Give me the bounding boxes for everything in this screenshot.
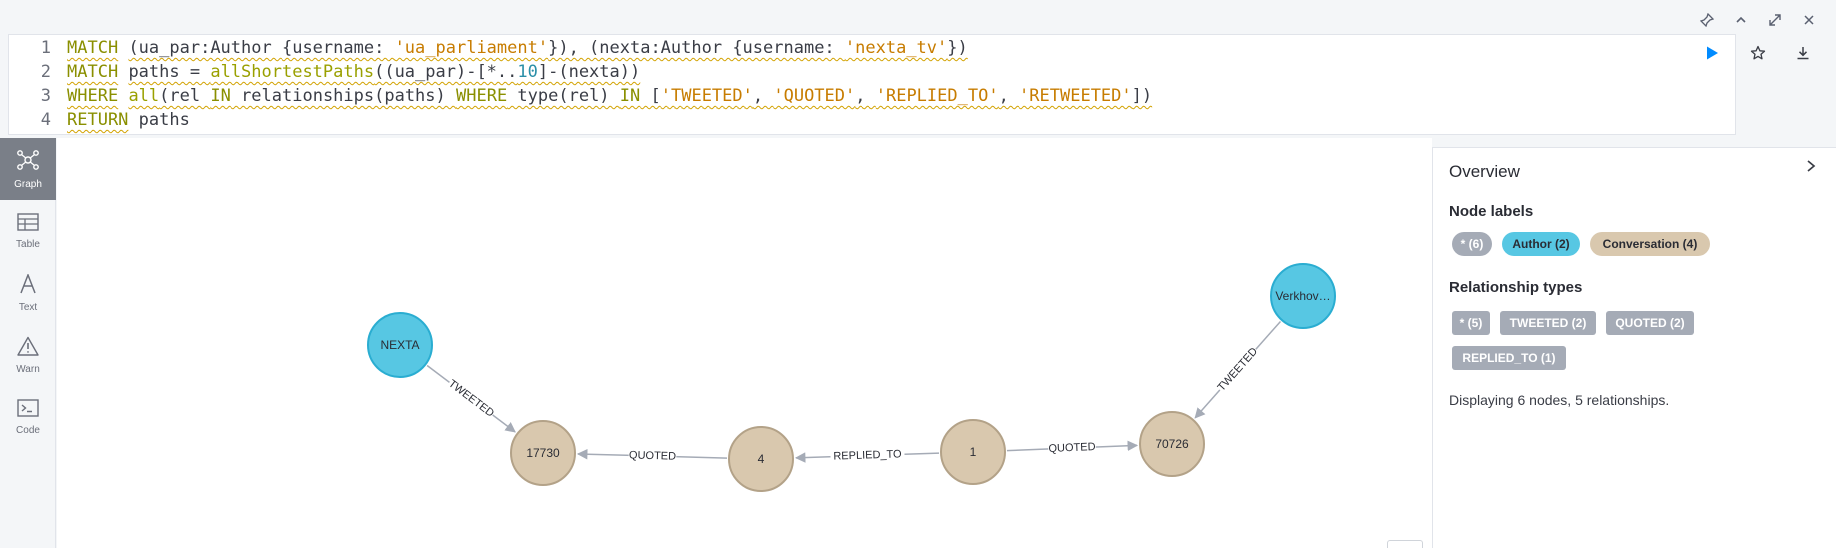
- pin-icon[interactable]: [1696, 9, 1718, 31]
- tab-table[interactable]: Table: [0, 200, 56, 262]
- tab-label: Text: [18, 301, 38, 313]
- download-button[interactable]: [1790, 42, 1816, 68]
- node-caption: 1: [970, 445, 977, 459]
- node-caption: Verkhov…: [1275, 289, 1330, 303]
- line-number: 2: [40, 62, 51, 82]
- code-text: MATCH (ua_par:Author {username: 'ua_parl…: [67, 38, 968, 58]
- play-icon: [1704, 45, 1720, 66]
- relationship-label-group[interactable]: QUOTED: [1047, 439, 1097, 457]
- overview-panel: Overview Node labels * (6) Author (2) Co…: [1432, 147, 1836, 548]
- relationship-label: QUOTED: [1048, 441, 1096, 455]
- tab-label: Table: [16, 238, 40, 250]
- author-node[interactable]: Verkhov…: [1270, 263, 1336, 329]
- relationship-label: TWEETED: [1216, 345, 1261, 393]
- conversation-node[interactable]: 1: [940, 419, 1006, 485]
- line-number: 1: [40, 38, 51, 58]
- tab-label: Code: [16, 424, 40, 436]
- relationship-label: TWEETED: [446, 378, 496, 420]
- rel-type-chip-replied-to[interactable]: REPLIED_TO (1): [1452, 346, 1566, 370]
- node-caption: 70726: [1155, 437, 1189, 451]
- node-caption: NEXTA: [380, 338, 419, 352]
- conversation-node[interactable]: 70726: [1139, 411, 1205, 477]
- code-line: 3 WHERE all(rel IN relationships(paths) …: [9, 84, 1152, 108]
- expand-icon[interactable]: [1764, 9, 1786, 31]
- graph-icon: [16, 149, 40, 176]
- close-icon[interactable]: [1798, 9, 1820, 31]
- code-line: 1 MATCH (ua_par:Author {username: 'ua_pa…: [9, 36, 968, 60]
- conversation-node[interactable]: 17730: [510, 420, 576, 486]
- tab-label: Graph: [14, 178, 42, 190]
- result-view-sidebar: Graph Table Text Warn Code: [0, 138, 56, 548]
- panel-title: Overview: [1449, 162, 1520, 181]
- table-icon: [17, 212, 39, 236]
- relationship-label-group[interactable]: REPLIED_TO: [830, 446, 905, 465]
- run-button[interactable]: [1699, 42, 1725, 68]
- star-icon: [1750, 45, 1766, 66]
- code-text: RETURN paths: [67, 110, 190, 130]
- relationship-label-group[interactable]: TWEETED: [1213, 344, 1262, 396]
- node-labels-heading: Node labels: [1449, 203, 1534, 220]
- node-label-chip-all[interactable]: * (6): [1452, 232, 1492, 256]
- node-label-chip-author[interactable]: Author (2): [1502, 232, 1580, 256]
- tab-code[interactable]: Code: [0, 386, 56, 448]
- relationship-label-group[interactable]: QUOTED: [628, 447, 677, 465]
- text-icon: [18, 272, 38, 299]
- code-line: 2 MATCH paths = allShortestPaths((ua_par…: [9, 60, 640, 84]
- code-icon: [17, 398, 39, 422]
- graph-canvas[interactable]: TWEETED QUOTED REPLIED_TO QUOTED TWEETED NEX…: [57, 138, 1432, 548]
- relationship-types-heading: Relationship types: [1449, 279, 1583, 296]
- top-bar: [0, 0, 1836, 34]
- rel-type-chip-quoted[interactable]: QUOTED (2): [1606, 311, 1694, 335]
- chevron-up-icon[interactable]: [1730, 9, 1752, 31]
- rel-type-chip-tweeted[interactable]: TWEETED (2): [1500, 311, 1596, 335]
- relationship-label: QUOTED: [629, 449, 676, 462]
- canvas-corner-control[interactable]: [1387, 540, 1423, 548]
- conversation-node[interactable]: 4: [728, 426, 794, 492]
- favorite-button[interactable]: [1745, 42, 1771, 68]
- collapse-panel-button[interactable]: [1800, 156, 1822, 178]
- rel-type-chip-all[interactable]: * (5): [1452, 311, 1490, 335]
- tab-text[interactable]: Text: [0, 262, 56, 324]
- node-caption: 17730: [526, 446, 560, 460]
- query-editor[interactable]: 1 MATCH (ua_par:Author {username: 'ua_pa…: [8, 34, 1736, 135]
- tab-label: Warn: [16, 363, 40, 375]
- line-number: 4: [40, 110, 51, 130]
- relationship-label: REPLIED_TO: [833, 448, 902, 462]
- relationship-label-group[interactable]: TWEETED: [444, 375, 498, 422]
- code-text: WHERE all(rel IN relationships(paths) WH…: [67, 86, 1153, 106]
- code-text: MATCH paths = allShortestPaths((ua_par)-…: [67, 62, 641, 82]
- graph-summary: Displaying 6 nodes, 5 relationships.: [1449, 392, 1670, 408]
- line-number: 3: [40, 86, 51, 106]
- chevron-right-icon: [1805, 157, 1817, 178]
- graph-svg[interactable]: TWEETED QUOTED REPLIED_TO QUOTED TWEETED NEX…: [57, 138, 1432, 548]
- warn-icon: [17, 336, 39, 361]
- code-line: 4 RETURN paths: [9, 108, 190, 132]
- tab-graph[interactable]: Graph: [0, 138, 56, 200]
- author-node[interactable]: NEXTA: [367, 312, 433, 378]
- download-icon: [1795, 45, 1811, 66]
- node-label-chip-conversation[interactable]: Conversation (4): [1590, 232, 1710, 256]
- tab-warn[interactable]: Warn: [0, 324, 56, 386]
- node-caption: 4: [758, 452, 765, 466]
